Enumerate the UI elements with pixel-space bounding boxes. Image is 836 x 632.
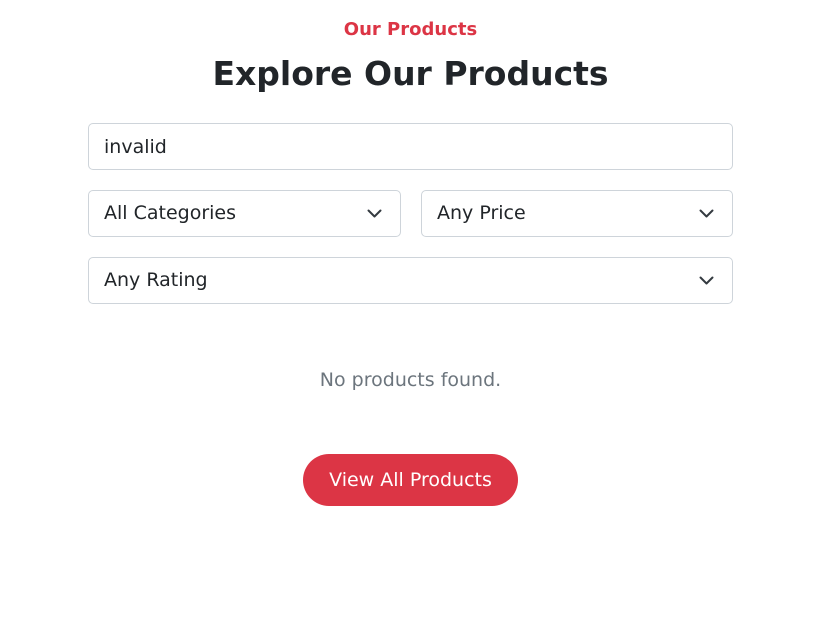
- chevron-down-icon: [699, 209, 714, 218]
- price-select-value: Any Price: [437, 202, 526, 224]
- price-select[interactable]: Any Price: [421, 190, 733, 237]
- empty-state-message: No products found.: [319, 369, 502, 391]
- chevron-down-icon: [699, 276, 714, 285]
- search-input[interactable]: [104, 124, 732, 169]
- page-title: Explore Our Products: [212, 54, 609, 93]
- search-field[interactable]: [88, 123, 733, 170]
- section-eyebrow: Our Products: [343, 19, 478, 40]
- rating-select-value: Any Rating: [104, 269, 208, 291]
- chevron-down-icon: [367, 209, 382, 218]
- view-all-products-button[interactable]: View All Products: [303, 454, 518, 506]
- category-select-value: All Categories: [104, 202, 237, 224]
- products-page: Our Products Explore Our Products All Ca…: [0, 0, 836, 632]
- rating-select[interactable]: Any Rating: [88, 257, 733, 304]
- category-select[interactable]: All Categories: [88, 190, 401, 237]
